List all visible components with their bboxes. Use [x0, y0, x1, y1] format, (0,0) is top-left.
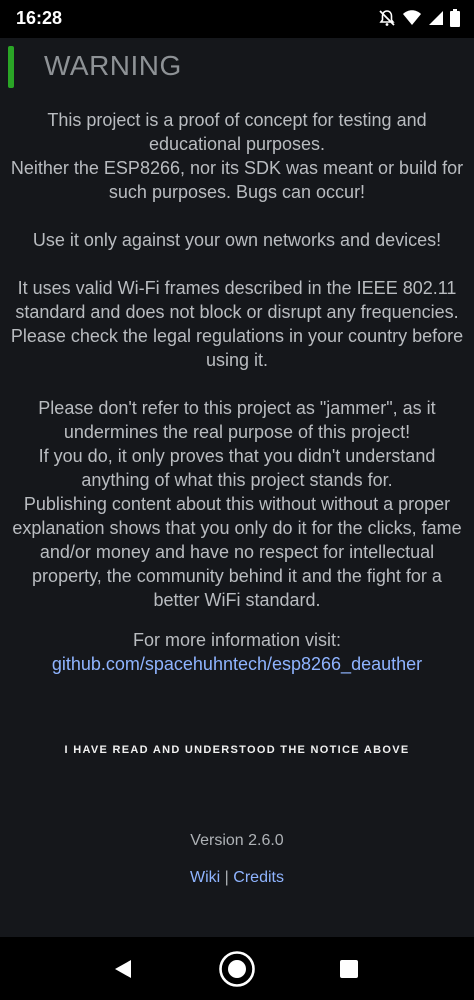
- navigation-bar: [0, 937, 474, 1000]
- notice-paragraph: Use it only against your own networks an…: [32, 230, 442, 250]
- wiki-link[interactable]: Wiki: [190, 869, 220, 886]
- status-time: 16:28: [16, 8, 63, 28]
- acknowledge-button[interactable]: I HAVE READ AND UNDERSTOOD THE NOTICE AB…: [0, 744, 474, 756]
- back-button[interactable]: [103, 949, 143, 989]
- wifi-icon: [402, 9, 422, 27]
- signal-icon: [428, 10, 444, 26]
- home-button[interactable]: [217, 949, 257, 989]
- notice-paragraph: It uses valid Wi-Fi frames described in …: [10, 278, 464, 370]
- link-separator: |: [220, 869, 234, 886]
- home-icon: [219, 951, 255, 987]
- header: WARNING: [0, 38, 474, 96]
- notice-content: This project is a proof of concept for t…: [0, 108, 474, 676]
- credits-link[interactable]: Credits: [233, 869, 284, 886]
- status-bar: 16:28: [0, 0, 474, 38]
- footer-links: Wiki | Credits: [0, 869, 474, 887]
- back-icon: [115, 960, 131, 978]
- notice-paragraph: Please don't refer to this project as "j…: [12, 398, 462, 610]
- github-link[interactable]: github.com/spacehuhntech/esp8266_deauthe…: [0, 652, 474, 676]
- recents-icon: [340, 960, 358, 978]
- version-label: Version 2.6.0: [190, 832, 284, 849]
- status-icons: [378, 9, 460, 27]
- notifications-off-icon: [378, 9, 396, 27]
- page-title: WARNING: [44, 50, 182, 81]
- info-label: For more information visit:: [132, 630, 342, 650]
- recents-button[interactable]: [329, 949, 369, 989]
- battery-icon: [450, 9, 460, 27]
- accent-bar: [8, 46, 14, 88]
- notice-paragraph: This project is a proof of concept for t…: [10, 110, 464, 202]
